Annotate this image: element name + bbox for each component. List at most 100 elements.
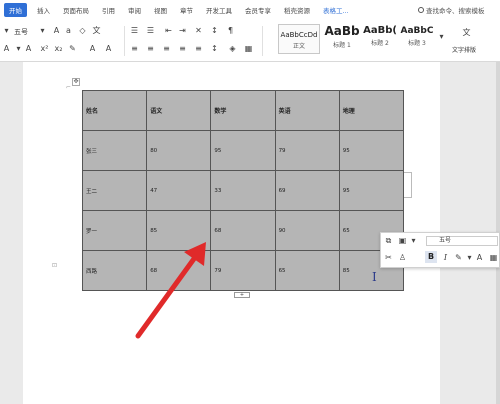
font-size-select[interactable]: 五号 [14,27,28,37]
table-cell[interactable]: 80 [146,130,212,171]
command-search[interactable]: 查找命令、搜索模板 [418,5,485,15]
clear-format-icon[interactable]: ◇ [78,26,87,35]
numbering-icon[interactable]: ☰ [146,26,155,35]
chevron-down-icon[interactable]: ▾ [38,26,47,35]
table-cell[interactable]: 85 [146,210,212,251]
decrease-indent-icon[interactable]: ⇤ [164,26,173,35]
table-cell[interactable]: 90 [274,210,340,251]
paragraph-marker-icon: ⊡ [52,262,58,269]
tab-insert[interactable]: 插入 [37,5,50,15]
tab-page-layout[interactable]: 页面布局 [63,5,89,15]
table-cell[interactable]: 罗一 [81,210,148,251]
add-row-button[interactable]: + [234,292,250,298]
font-color-icon[interactable]: A [475,253,484,262]
style-heading-3[interactable]: AaBbC 标题 3 [399,24,435,54]
table-row: 王二 47 33 69 95 [81,170,405,211]
table-cell[interactable]: 79 [274,130,340,171]
chevron-down-icon[interactable]: ▾ [465,253,474,262]
table-cell[interactable]: 姓名 [81,90,148,131]
copy-icon[interactable]: ⧉ [384,236,393,245]
table-cell[interactable]: 68 [146,250,212,291]
table-row: 罗一 85 68 90 65 [81,210,405,251]
text-layout-button[interactable]: 文字排版 [452,45,476,54]
chevron-down-icon[interactable]: ▾ [409,236,418,245]
table-cell[interactable]: 张三 [81,130,148,171]
toolbar-divider [262,26,263,56]
cut-icon[interactable]: ✂ [384,253,393,262]
tab-developer[interactable]: 开发工具 [206,5,232,15]
text-layout-icon[interactable]: 文 [462,28,471,37]
bold-button[interactable]: B [425,251,437,263]
subscript-icon[interactable]: x₂ [54,44,63,53]
text-cursor-icon: I [372,270,377,284]
tab-member[interactable]: 会员专享 [245,5,271,15]
align-right-icon[interactable]: ≡ [162,44,171,53]
styles-more-icon[interactable]: ▾ [437,32,446,41]
table-cell[interactable]: 数学 [210,90,276,131]
superscript-icon[interactable]: x² [40,44,49,53]
format-painter-icon[interactable]: ♙ [398,253,407,262]
align-left-icon[interactable]: ≡ [130,44,139,53]
italic-icon[interactable]: I [441,253,450,262]
table-cell[interactable]: 47 [146,170,212,211]
sort-icon[interactable]: ↕ [210,26,219,35]
tab-section[interactable]: 章节 [180,5,193,15]
tab-docer[interactable]: 稻壳资源 [284,5,310,15]
table-cell[interactable]: 95 [338,170,405,211]
line-spacing-icon[interactable]: ↕ [210,44,219,53]
shrink-font-icon[interactable]: a [64,26,73,35]
grow-font-icon[interactable]: A [52,26,61,35]
table-row: 西路 68 79 65 85 [81,250,405,291]
style-heading-1[interactable]: AaBb 标题 1 [322,24,362,54]
tab-review[interactable]: 审阅 [128,5,141,15]
justify-icon[interactable]: ≡ [178,44,187,53]
shading-icon[interactable]: ◈ [228,44,237,53]
style-normal[interactable]: AaBbCcDd 正文 [278,24,320,54]
font-dropdown-icon[interactable]: ▾ [2,26,11,35]
increase-indent-icon[interactable]: ⇥ [178,26,187,35]
table-cell[interactable]: 33 [210,170,276,211]
show-marks-icon[interactable]: ¶ [226,26,235,35]
table-side-handle[interactable] [404,172,412,198]
paste-icon[interactable]: ▣ [398,236,407,245]
table-cell[interactable]: 语文 [146,90,212,131]
tab-home[interactable]: 开始 [4,3,27,17]
table-cell[interactable]: 65 [274,250,340,291]
char-shading-icon[interactable]: A [104,44,113,53]
distributed-icon[interactable]: ≡ [194,44,203,53]
table-cell[interactable]: 79 [210,250,276,291]
strikethrough-icon[interactable]: A [24,44,33,53]
floating-toolbar: ⧉ ▣ ▾ 五号 ✂ ♙ B I ✎ ▾ A ▦ [380,232,500,268]
table-cell[interactable]: 王二 [81,170,148,211]
table-cell[interactable]: 95 [210,130,276,171]
table-row: 张三 80 95 79 95 [81,130,405,171]
font-color-icon[interactable]: A [88,44,97,53]
corner-mark: ⌐ [66,84,72,91]
table-cell[interactable]: 英语 [274,90,340,131]
style-heading-2[interactable]: AaBb( 标题 2 [362,24,398,54]
text-color-icon[interactable]: A [2,44,11,53]
chevron-down-icon[interactable]: ▾ [14,44,23,53]
chinese-layout-icon[interactable]: ✕ [194,26,203,35]
search-icon [418,7,424,13]
tab-view[interactable]: 视图 [154,5,167,15]
highlight-icon[interactable]: ✎ [68,44,77,53]
table-cell[interactable]: 95 [338,130,405,171]
bullets-icon[interactable]: ☰ [130,26,139,35]
table-move-handle[interactable]: ✥ [72,78,80,86]
score-table: 姓名 语文 数学 英语 地理 张三 80 95 79 95 王二 47 33 6… [81,90,405,291]
tab-references[interactable]: 引用 [102,5,115,15]
ribbon-toolbar: ▾ 五号 ▾ A a ◇ 文 A ▾ A x² x₂ ✎ A A ☰ ☰ ⇤ ⇥… [0,20,500,62]
table-cell[interactable]: 西路 [81,250,148,291]
pinyin-icon[interactable]: 文 [92,26,101,35]
search-placeholder: 查找命令、搜索模板 [426,7,485,15]
table-cell[interactable]: 69 [274,170,340,211]
floating-font-size-select[interactable]: 五号 [426,236,498,246]
borders-icon[interactable]: ▦ [489,253,498,262]
highlight-icon[interactable]: ✎ [454,253,463,262]
align-center-icon[interactable]: ≡ [146,44,155,53]
table-cell[interactable]: 68 [210,210,276,251]
tab-table-tools[interactable]: 表格工... [323,5,349,15]
table-cell[interactable]: 地理 [338,90,405,131]
borders-icon[interactable]: ▦ [244,44,253,53]
